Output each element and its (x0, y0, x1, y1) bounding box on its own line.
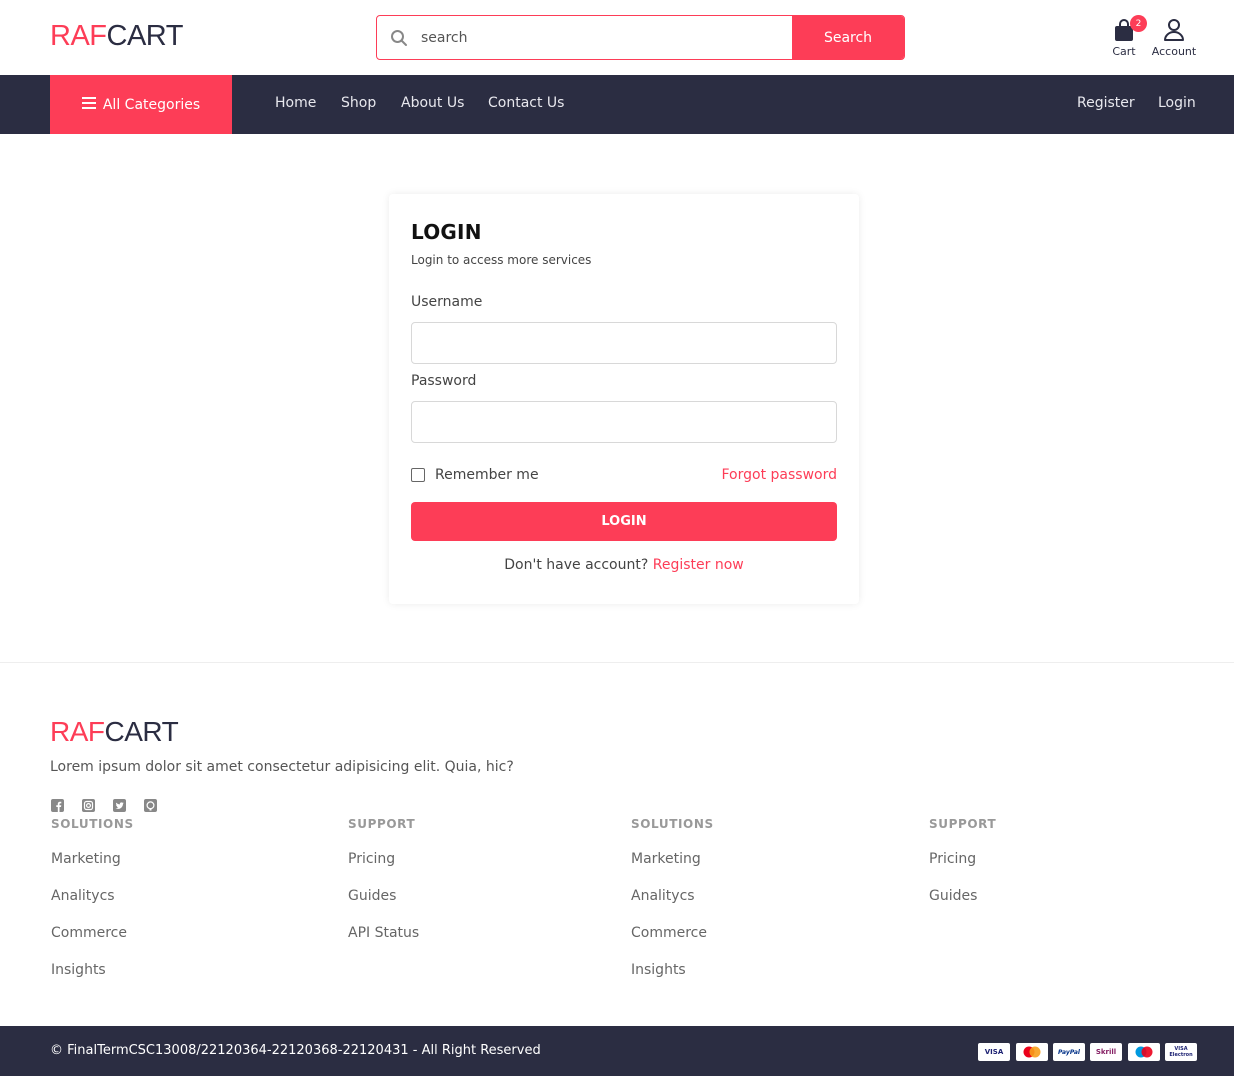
register-prompt: Don't have account? Register now (389, 557, 859, 573)
user-icon (1163, 18, 1185, 42)
account-button[interactable]: Account (1150, 18, 1198, 58)
menu-icon (81, 96, 96, 113)
remember-checkbox[interactable] (411, 468, 425, 482)
footer-col-3-heading: SOLUTIONS (631, 817, 714, 831)
footer-link-analytics[interactable]: Analitycs (51, 888, 115, 904)
nav-link-login[interactable]: Login (1158, 95, 1196, 111)
cart-count-badge: 2 (1130, 15, 1147, 32)
footer-link-marketing[interactable]: Marketing (631, 851, 701, 867)
password-input[interactable] (411, 401, 837, 443)
nav-link-register[interactable]: Register (1077, 95, 1135, 111)
username-input[interactable] (411, 322, 837, 364)
site-logo[interactable]: RAFCART (50, 20, 183, 53)
footer-link-guides[interactable]: Guides (929, 888, 977, 904)
footer-col-2-heading: SUPPORT (348, 817, 416, 831)
logo-accent-text: RAF (50, 20, 107, 52)
nav-link-about[interactable]: About Us (401, 95, 464, 111)
no-account-text: Don't have account? (504, 557, 649, 573)
search-icon (377, 16, 421, 59)
site-header: RAFCART Search 2 Cart Account (0, 0, 1234, 75)
username-label: Username (411, 294, 483, 310)
twitter-icon[interactable] (113, 797, 127, 812)
visa-electron-icon: VISA Electron (1165, 1043, 1197, 1061)
login-submit-button[interactable]: LOGIN (411, 502, 837, 541)
footer-logo-accent: RAF (50, 716, 105, 747)
footer-description: Lorem ipsum dolor sit amet consectetur a… (50, 759, 514, 775)
cart-button[interactable]: 2 Cart (1106, 15, 1147, 58)
footer-link-insights[interactable]: Insights (51, 962, 106, 978)
footer-link-marketing[interactable]: Marketing (51, 851, 121, 867)
nav-link-shop[interactable]: Shop (341, 95, 376, 111)
footer-link-insights[interactable]: Insights (631, 962, 686, 978)
search-bar: Search (376, 15, 905, 60)
all-categories-button[interactable]: All Categories (50, 75, 232, 134)
visa-icon: VISA (978, 1043, 1010, 1061)
footer-link-pricing[interactable]: Pricing (929, 851, 976, 867)
footer-link-guides[interactable]: Guides (348, 888, 396, 904)
footer-link-pricing[interactable]: Pricing (348, 851, 395, 867)
footer-divider (0, 662, 1234, 663)
instagram-icon[interactable] (82, 797, 96, 812)
login-title: LOGIN (411, 220, 482, 244)
paypal-icon: PayPal (1053, 1043, 1085, 1061)
main-nav: All Categories Home Shop About Us Contac… (0, 75, 1234, 134)
search-button[interactable]: Search (792, 16, 904, 59)
forgot-password-link[interactable]: Forgot password (722, 467, 838, 483)
footer-logo[interactable]: RAFCART (50, 716, 179, 748)
login-card: LOGIN Login to access more services User… (389, 194, 859, 604)
register-now-link[interactable]: Register now (653, 557, 744, 573)
logo-main-text: CART (106, 20, 184, 52)
copyright-text: © FinalTermCSC13008/22120364-22120368-22… (50, 1043, 541, 1058)
footer-bottom-bar: © FinalTermCSC13008/22120364-22120368-22… (0, 1026, 1234, 1076)
account-label: Account (1151, 45, 1197, 58)
search-input[interactable] (421, 16, 792, 59)
facebook-icon[interactable] (51, 797, 65, 812)
footer-link-api-status[interactable]: API Status (348, 925, 419, 941)
github-icon[interactable] (144, 797, 158, 812)
footer-link-analytics[interactable]: Analitycs (631, 888, 695, 904)
footer-link-commerce[interactable]: Commerce (51, 925, 127, 941)
password-label: Password (411, 373, 477, 389)
all-categories-label: All Categories (102, 96, 201, 113)
footer-col-1-heading: SOLUTIONS (51, 817, 134, 831)
footer-col-4-heading: SUPPORT (929, 817, 997, 831)
footer-link-commerce[interactable]: Commerce (631, 925, 707, 941)
nav-link-home[interactable]: Home (275, 95, 316, 111)
login-subtitle: Login to access more services (411, 253, 592, 267)
skrill-icon: Skrill (1090, 1043, 1122, 1061)
remember-me[interactable]: Remember me (411, 467, 539, 483)
mastercard-icon (1016, 1043, 1048, 1061)
maestro-icon (1128, 1043, 1160, 1061)
nav-link-contact[interactable]: Contact Us (488, 95, 564, 111)
remember-label: Remember me (435, 467, 539, 483)
cart-label: Cart (1112, 45, 1136, 58)
footer-logo-main: CART (104, 716, 179, 747)
